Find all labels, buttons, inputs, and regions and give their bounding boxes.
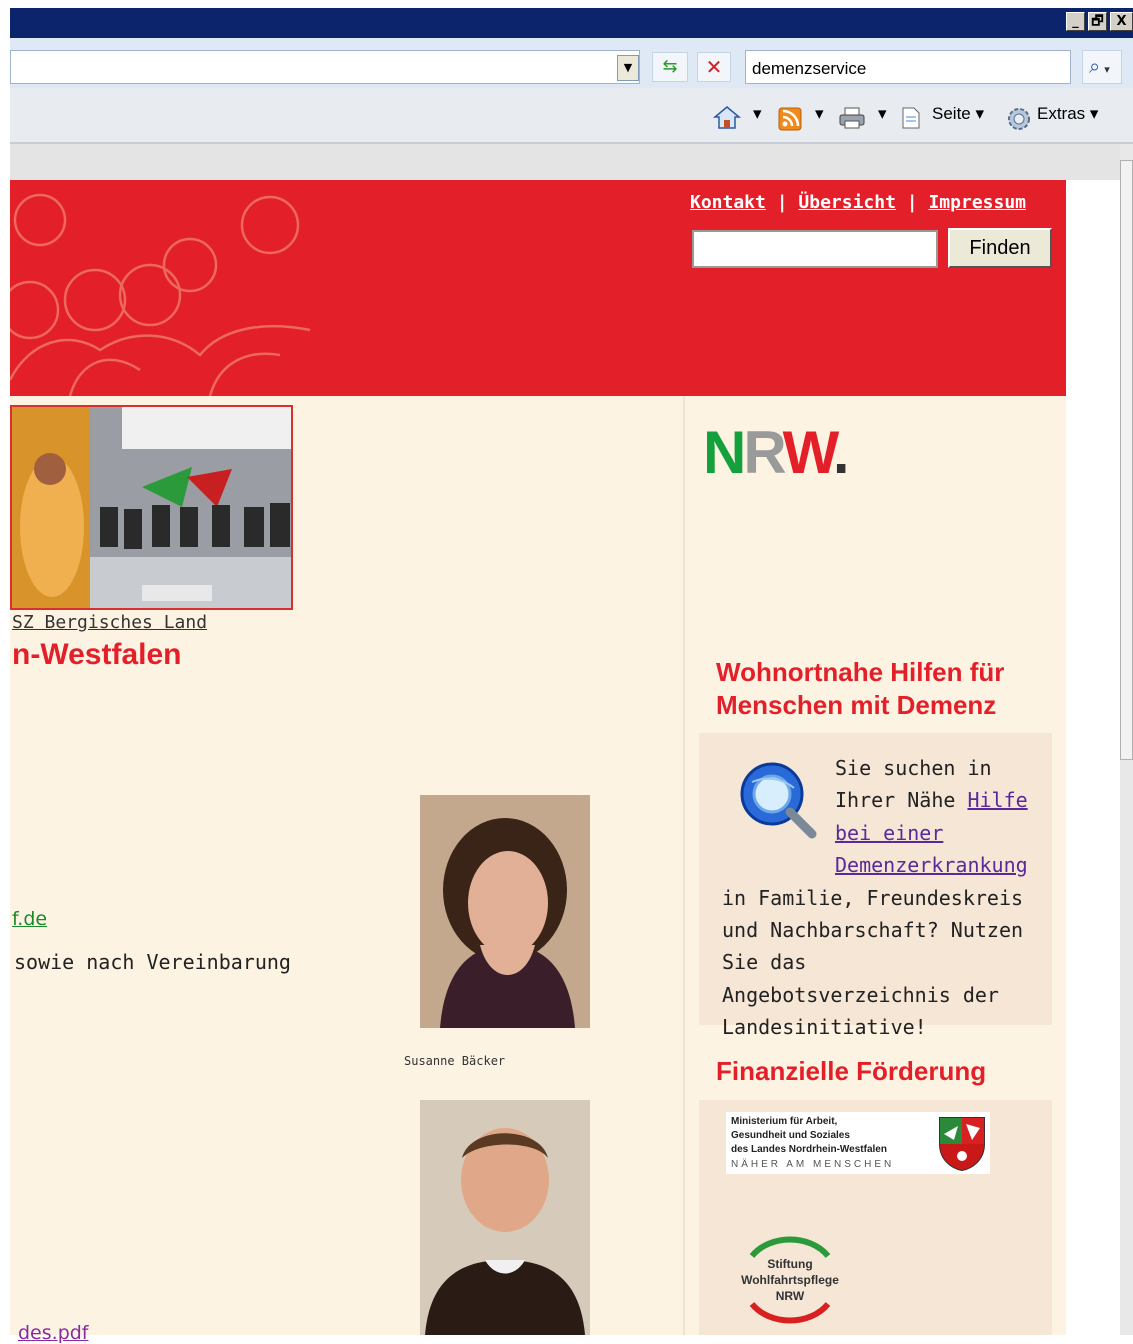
site-search-input[interactable] [692, 230, 938, 268]
header-links: Kontakt | Übersicht | Impressum [690, 192, 1026, 213]
nrw-logo-n: N [703, 419, 746, 486]
stop-icon[interactable]: ✕ [697, 52, 731, 82]
restore-button[interactable]: 🗗 [1088, 12, 1107, 31]
page-menu-label: Seite [932, 104, 971, 123]
close-window-button[interactable]: X [1110, 12, 1133, 31]
tools-menu-label: Extras [1037, 104, 1086, 123]
column-divider [683, 396, 685, 1335]
info-text-rest: in Familie, Freundeskreis und Nachbarsch… [722, 885, 1024, 1040]
rss-dropdown-icon[interactable]: ▾ [815, 104, 824, 124]
stiftung-line: Stiftung [767, 1257, 813, 1271]
search-icon[interactable]: ⌕ ▾ [1082, 50, 1122, 84]
rss-feed-icon[interactable] [778, 107, 802, 135]
tools-menu[interactable]: Extras ▾ [1037, 104, 1098, 124]
event-photo[interactable] [10, 405, 293, 610]
office-hours-text: sowie nach Vereinbarung [14, 950, 291, 974]
window-titlebar [10, 8, 1133, 38]
home-icon[interactable] [712, 104, 742, 134]
gear-icon[interactable] [1006, 106, 1032, 136]
finden-button[interactable]: Finden [948, 228, 1052, 268]
section-title-foerderung: Finanzielle Förderung [716, 1056, 987, 1086]
link-separator: | [906, 192, 918, 213]
home-dropdown-icon[interactable]: ▾ [753, 104, 762, 124]
info-box-text: Sie suchen in Ihrer Nähe Hilfe bei einer… [722, 752, 1047, 1044]
address-input[interactable] [10, 50, 640, 84]
stiftung-logo[interactable]: Stiftung Wohlfahrtspflege NRW [730, 1234, 850, 1326]
page-menu[interactable]: Seite ▾ [932, 104, 984, 124]
uebersicht-link[interactable]: Übersicht [798, 192, 896, 213]
nrw-logo-dot: . [832, 419, 850, 486]
nrw-logo-r: R [743, 419, 785, 486]
page-heading: n-Westfalen [12, 638, 182, 671]
refresh-icon[interactable]: ⇆ [652, 52, 688, 82]
viewport-top-strip [10, 144, 1120, 180]
nrw-logo-w: W [782, 419, 836, 486]
nrw-logo[interactable]: NRW. [703, 418, 850, 487]
people-silhouette-graphic [10, 193, 311, 396]
stiftung-line: Wohlfahrtspflege [741, 1273, 839, 1287]
nrw-coat-of-arms-icon [936, 1114, 988, 1176]
link-separator: | [776, 192, 788, 213]
pdf-download-link[interactable]: des.pdf [18, 1322, 89, 1344]
staff-portrait [420, 795, 590, 1028]
kontakt-link[interactable]: Kontakt [690, 192, 766, 213]
ministry-line: Ministerium für Arbeit, [731, 1116, 838, 1127]
print-dropdown-icon[interactable]: ▾ [878, 104, 887, 124]
email-link[interactable]: f.de [12, 908, 47, 930]
impressum-link[interactable]: Impressum [928, 192, 1026, 213]
staff-caption: Susanne Bäcker [404, 1054, 506, 1068]
section-title-wohnortnahe-hilfen: Wohnortnahe Hilfen für Menschen mit Deme… [716, 657, 1005, 720]
address-dropdown-button[interactable]: ▼ [617, 55, 639, 81]
ministry-name: Ministerium für Arbeit, Gesundheit und S… [731, 1115, 887, 1157]
minimize-button[interactable]: _ [1066, 12, 1085, 31]
print-icon[interactable] [838, 106, 866, 134]
ministry-line: des Landes Nordrhein-Westfalen [731, 1144, 887, 1155]
ministry-line: Gesundheit und Soziales [731, 1130, 850, 1141]
photo-caption-link[interactable]: SZ Bergisches Land [12, 612, 207, 633]
browser-search-input[interactable]: demenzservice [745, 50, 1071, 84]
scrollbar-thumb[interactable] [1120, 160, 1133, 760]
stiftung-line: NRW [775, 1289, 805, 1303]
ministry-motto: NÄHER AM MENSCHEN [731, 1159, 895, 1170]
staff-portrait [420, 1100, 590, 1335]
page-icon[interactable] [900, 106, 922, 134]
